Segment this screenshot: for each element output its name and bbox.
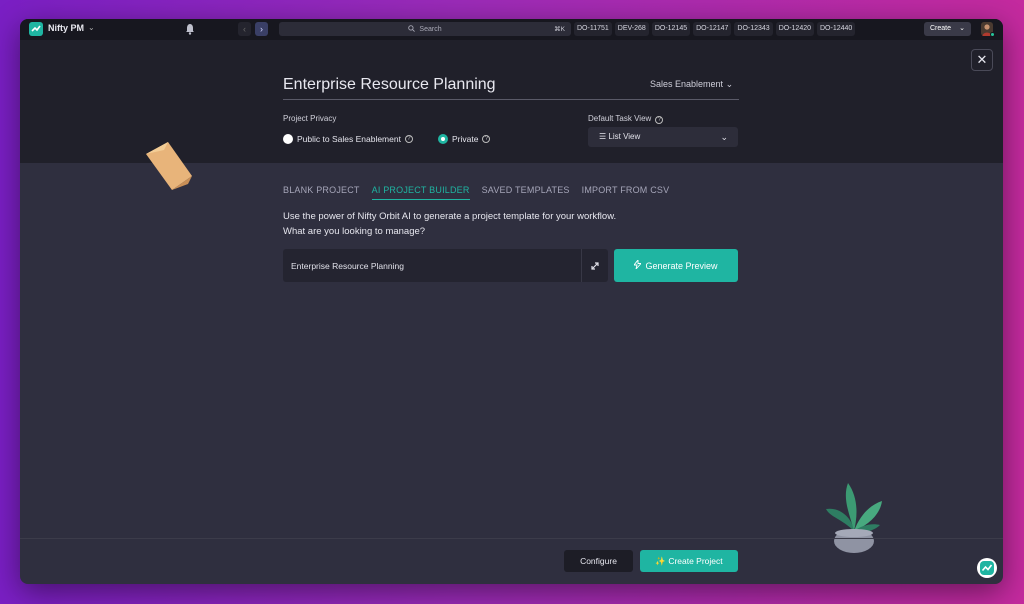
close-button[interactable]: ✕ <box>971 49 993 71</box>
recent-tickets: DO-11751 DEV-268 DO-12145 DO-12147 DO-12… <box>574 22 856 36</box>
create-label: Create <box>930 25 952 32</box>
lightning-icon <box>633 258 643 271</box>
chevron-down-icon: ⌄ <box>959 25 965 32</box>
help-icon[interactable]: ? <box>482 135 491 143</box>
ticket-tab[interactable]: DEV-268 <box>614 22 649 36</box>
online-status-dot <box>990 32 995 37</box>
description-line: Use the power of Nifty Orbit AI to gener… <box>283 211 617 222</box>
forward-button[interactable]: › <box>255 22 268 36</box>
ticket-tab[interactable]: DO-12440 <box>817 22 856 36</box>
project-type-tabs: BLANK PROJECT AI PROJECT BUILDER SAVED T… <box>283 185 669 200</box>
ai-description: Use the power of Nifty Orbit AI to gener… <box>283 209 616 239</box>
default-view-text: Default Task View <box>588 114 652 123</box>
tab-blank-project[interactable]: BLANK PROJECT <box>283 185 360 200</box>
bell-icon[interactable] <box>185 22 195 40</box>
radio-private-label: Private <box>452 134 479 144</box>
radio-button-checked[interactable] <box>438 134 448 144</box>
workspace-name[interactable]: Nifty PM <box>48 23 84 33</box>
help-icon[interactable]: ? <box>655 116 664 124</box>
ticket-tab[interactable]: DO-11751 <box>574 22 612 36</box>
configure-button[interactable]: Configure <box>564 550 633 572</box>
app-window: Nifty PM ⌄ ‹ › Search ⌘K DO-11751 DEV-26… <box>20 19 1003 584</box>
privacy-label: Project Privacy <box>283 114 337 123</box>
default-view-label: Default Task View? <box>588 114 664 124</box>
ticket-tab[interactable]: DO-12420 <box>775 22 814 36</box>
avatar[interactable] <box>981 22 995 37</box>
sparkle-icon: ✨ <box>655 556 666 566</box>
back-button[interactable]: ‹ <box>238 22 251 36</box>
radio-private[interactable]: Private ? <box>438 134 491 144</box>
create-project-button[interactable]: ✨ Create Project <box>640 550 738 572</box>
nifty-logo-icon[interactable] <box>29 22 43 36</box>
footer-divider <box>20 538 1003 539</box>
expand-icon[interactable] <box>589 259 601 277</box>
tab-ai-project-builder[interactable]: AI PROJECT BUILDER <box>371 185 470 200</box>
create-project-label: Create Project <box>668 556 723 566</box>
search-icon <box>408 24 416 34</box>
help-icon[interactable]: ? <box>404 135 413 143</box>
project-name-input[interactable]: Enterprise Resource Planning <box>283 76 496 94</box>
search-input[interactable]: Search ⌘K <box>279 22 571 36</box>
divider <box>581 249 582 282</box>
create-button[interactable]: Create ⌄ <box>924 22 971 36</box>
ai-prompt-input[interactable]: Enterprise Resource Planning <box>283 249 608 282</box>
prompt-value: Enterprise Resource Planning <box>291 261 404 271</box>
radio-public[interactable]: Public to Sales Enablement ? <box>283 134 413 144</box>
ticket-tab[interactable]: DO-12343 <box>734 22 773 36</box>
title-underline <box>283 99 739 100</box>
team-label: Sales Enablement <box>650 79 724 89</box>
ticket-tab[interactable]: DO-12147 <box>693 22 732 36</box>
nifty-help-icon[interactable] <box>977 558 997 578</box>
search-shortcut: ⌘K <box>554 26 565 33</box>
chevron-down-icon: ⌄ <box>725 79 734 89</box>
tab-import-from-csv[interactable]: IMPORT FROM CSV <box>582 185 670 200</box>
description-question: What are you looking to manage? <box>283 226 426 237</box>
search-placeholder: Search <box>419 25 442 33</box>
generate-preview-button[interactable]: Generate Preview <box>614 249 738 282</box>
default-view-value: List View <box>608 132 641 141</box>
top-bar: Nifty PM ⌄ ‹ › Search ⌘K DO-11751 DEV-26… <box>20 19 1003 40</box>
team-select[interactable]: Sales Enablement ⌄ <box>650 79 733 90</box>
paper-illustration-icon <box>142 140 202 200</box>
chevron-down-icon: ⌄ <box>720 132 728 142</box>
tab-saved-templates[interactable]: SAVED TEMPLATES <box>482 185 570 200</box>
close-icon: ✕ <box>976 52 988 67</box>
plant-illustration-icon <box>824 479 884 562</box>
radio-public-label: Public to Sales Enablement <box>297 134 401 144</box>
list-icon: ☰ <box>599 132 607 141</box>
ticket-tab[interactable]: DO-12145 <box>651 22 691 36</box>
chevron-down-icon[interactable]: ⌄ <box>88 23 95 32</box>
generate-preview-label: Generate Preview <box>645 260 718 271</box>
radio-button-unchecked[interactable] <box>283 134 293 144</box>
default-view-select[interactable]: ☰ List View ⌄ <box>588 127 738 147</box>
